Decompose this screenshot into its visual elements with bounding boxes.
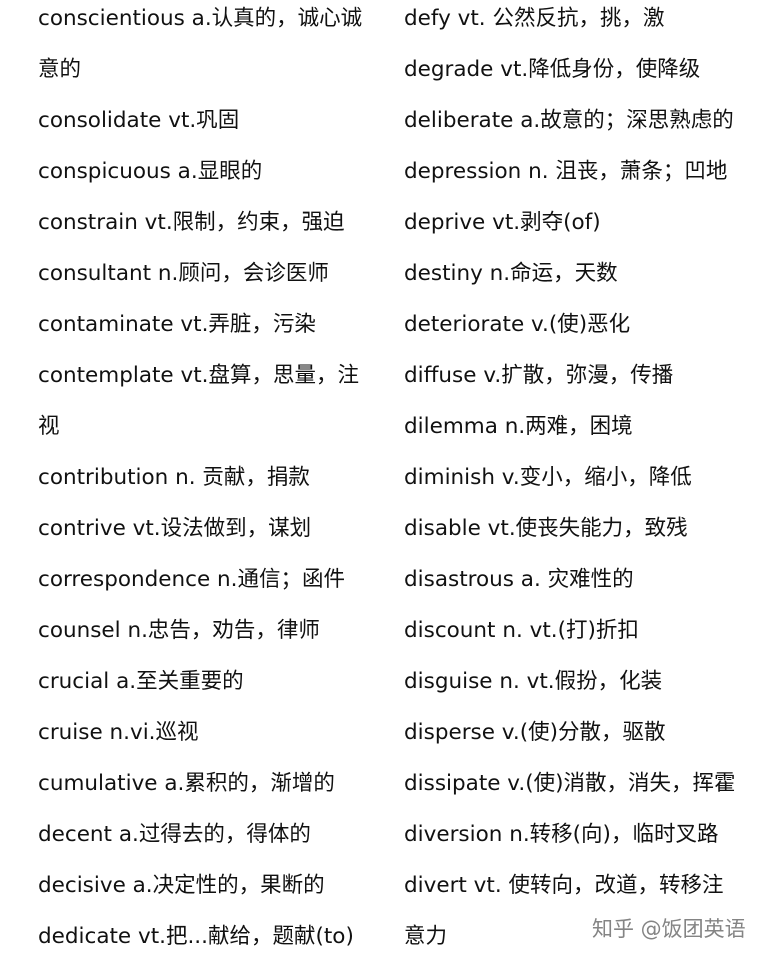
vocab-line: decent a.过得去的，得体的 — [38, 822, 311, 847]
vocab-line: disperse v.(使)分散，驱散 — [404, 720, 666, 745]
vocab-line: conscientious a.认真的，诚心诚 — [38, 6, 363, 31]
vocab-line: cumulative a.累积的，渐增的 — [38, 771, 335, 796]
vocab-line: crucial a.至关重要的 — [38, 669, 244, 694]
vocab-line: correspondence n.通信；函件 — [38, 567, 346, 592]
vocab-line: cruise n.vi.巡视 — [38, 720, 199, 745]
vocab-line: consolidate vt.巩固 — [38, 108, 240, 133]
watermark: 知乎 @饭团英语 — [592, 917, 746, 941]
vocab-line: 视 — [38, 414, 60, 439]
vocab-line: diversion n.转移(向)，临时叉路 — [404, 822, 719, 847]
vocab-line: contaminate vt.弄脏，污染 — [38, 312, 316, 337]
vocab-line: disastrous a. 灾难性的 — [404, 567, 634, 592]
vocab-line: depression n. 沮丧，萧条；凹地 — [404, 159, 728, 184]
vocab-line: contemplate vt.盘算，思量，注 — [38, 363, 359, 388]
vocab-line: degrade vt.降低身份，使降级 — [404, 57, 701, 82]
vocab-line: conspicuous a.显眼的 — [38, 159, 263, 184]
vocab-line: counsel n.忠告，劝告，律师 — [38, 618, 320, 643]
vocab-line: dissipate v.(使)消散，消失，挥霍 — [404, 771, 736, 796]
vocab-line: diminish v.变小，缩小，降低 — [404, 465, 692, 490]
right-column: defy vt. 公然反抗，挑，激 degrade vt.降低身份，使降级 de… — [404, 0, 754, 969]
vocab-line: constrain vt.限制，约束，强迫 — [38, 210, 345, 235]
vocab-line: defy vt. 公然反抗，挑，激 — [404, 6, 665, 31]
vocab-line: dilemma n.两难，困境 — [404, 414, 633, 439]
vocab-line: deprive vt.剥夺(of) — [404, 210, 601, 235]
vocab-line: consultant n.顾问，会诊医师 — [38, 261, 329, 286]
vocab-line: divert vt. 使转向，改道，转移注 — [404, 873, 724, 898]
vocab-line: contrive vt.设法做到，谋划 — [38, 516, 312, 541]
vocab-line: decisive a.决定性的，果断的 — [38, 873, 325, 898]
vocab-line: discount n. vt.(打)折扣 — [404, 618, 639, 643]
vocab-line: deliberate a.故意的；深思熟虑的 — [404, 108, 734, 133]
vocab-line: 意的 — [38, 57, 82, 82]
vocab-line: deteriorate v.(使)恶化 — [404, 312, 631, 337]
vocab-line: diffuse v.扩散，弥漫，传播 — [404, 363, 674, 388]
vocab-line: disguise n. vt.假扮，化装 — [404, 669, 663, 694]
left-column: conscientious a.认真的，诚心诚 意的 consolidate v… — [38, 0, 383, 969]
vocab-line: disable vt.使丧失能力，致残 — [404, 516, 688, 541]
vocab-line: destiny n.命运，天数 — [404, 261, 618, 286]
vocab-line: dedicate vt.把...献给，题献(to) — [38, 924, 354, 949]
vocab-line: contribution n. 贡献，捐款 — [38, 465, 310, 490]
